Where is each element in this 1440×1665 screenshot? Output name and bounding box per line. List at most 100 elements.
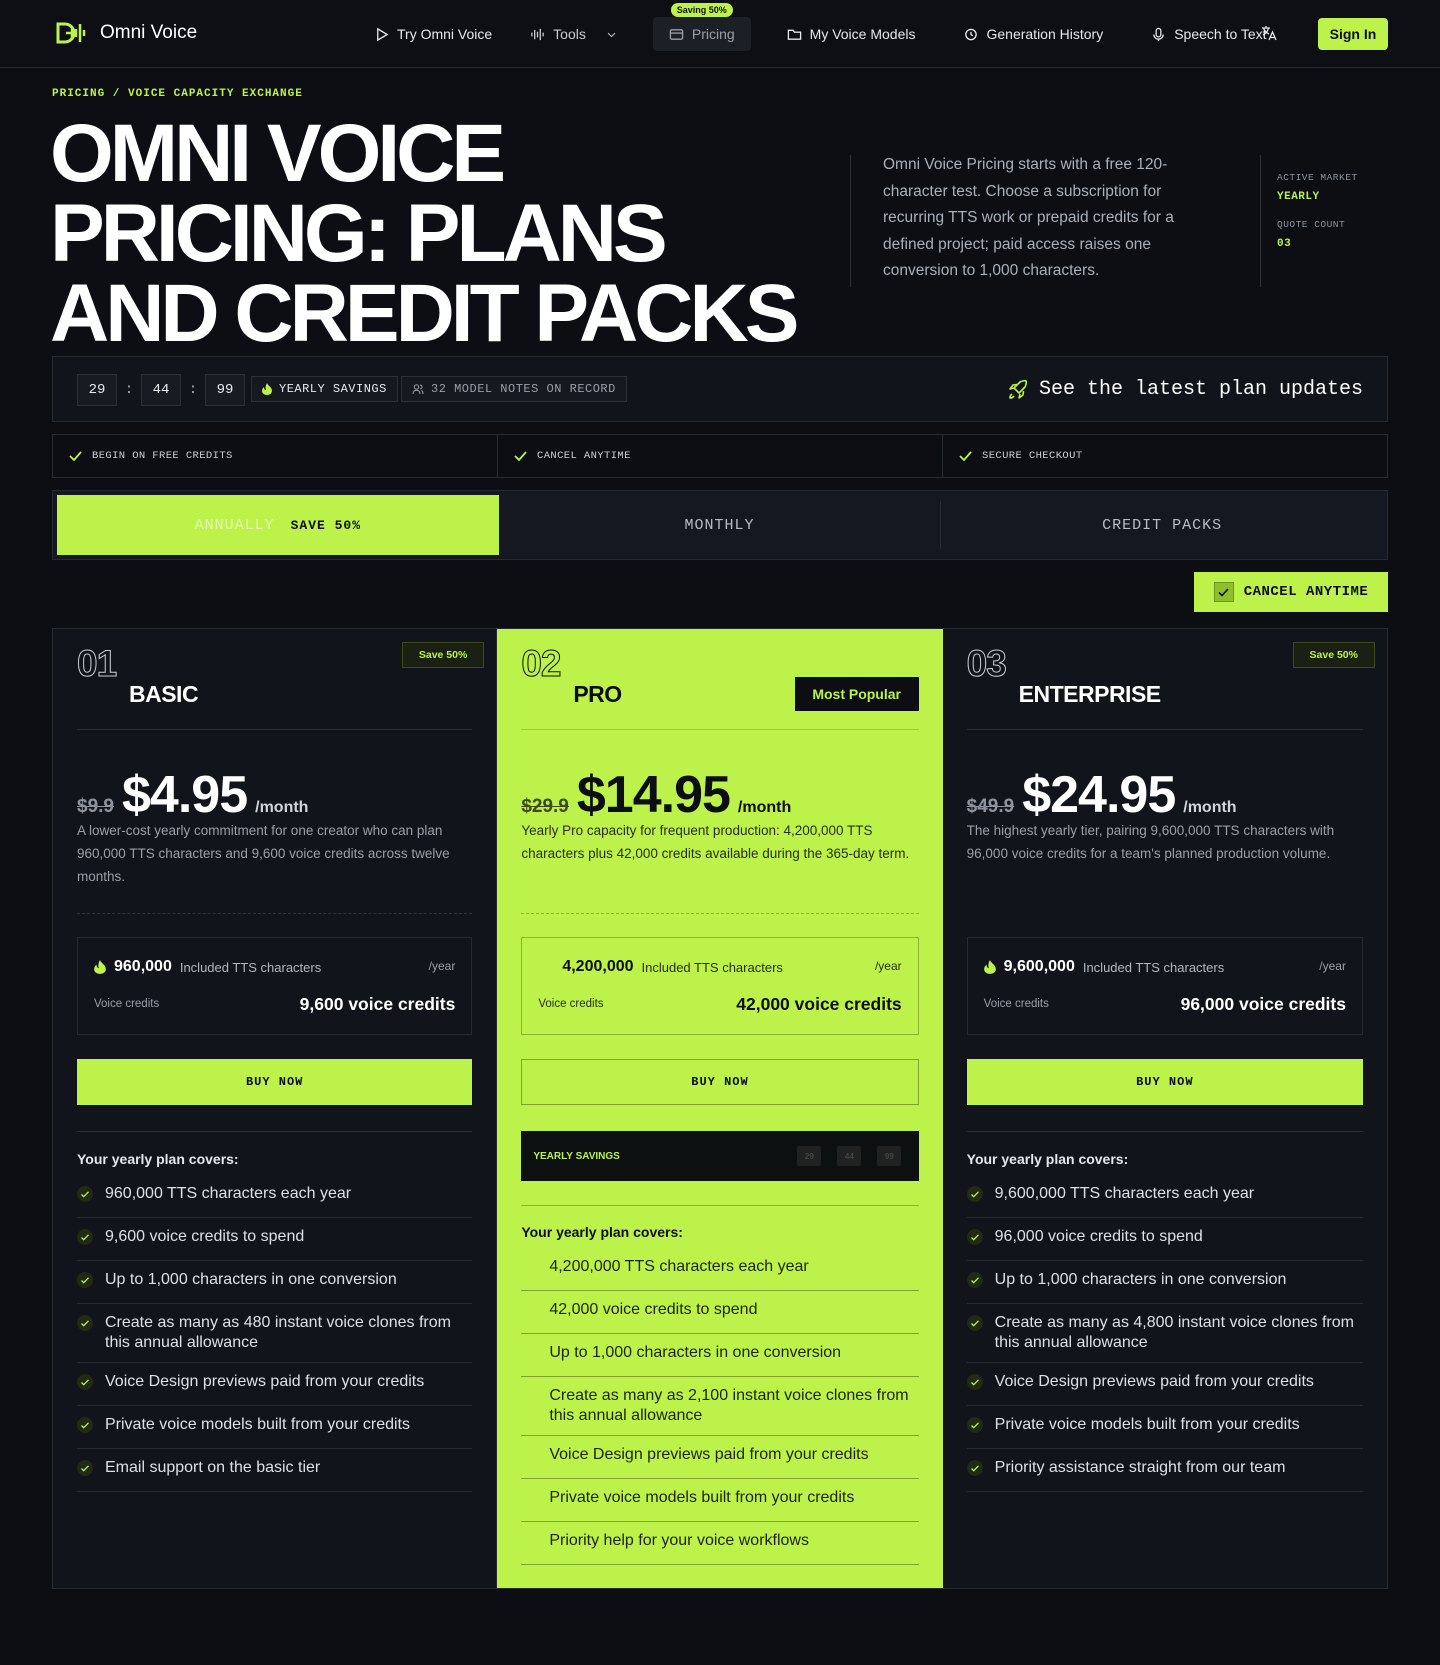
timer-separator: : xyxy=(188,382,198,398)
tab-monthly[interactable]: MONTHLY xyxy=(499,495,941,555)
cancel-anytime-label: CANCEL ANYTIME xyxy=(1243,584,1369,600)
plan-card-basic: 01 BASIC Save 50% $9.9 $4.95 /month A lo… xyxy=(53,629,498,1588)
market-label: ACTIVE MARKET xyxy=(1277,172,1358,183)
feature-item: Create as many as 2,100 instant voice cl… xyxy=(521,1377,919,1436)
checkbox[interactable] xyxy=(1213,582,1234,602)
quota-period: /year xyxy=(874,959,902,973)
sign-in-button[interactable]: Sign In xyxy=(1318,18,1388,50)
check-icon xyxy=(966,1315,983,1331)
tts-quota: 9,600,000 Included TTS characters xyxy=(983,958,1224,976)
tab-annually[interactable]: ANNUALLY SAVE 50% xyxy=(57,495,499,555)
notes-label: 32 MODEL NOTES ON RECORD xyxy=(431,382,616,396)
nav-label: Pricing xyxy=(691,26,735,42)
feature-item: Up to 1,000 characters in one conversion xyxy=(77,1261,473,1304)
waveform-icon xyxy=(531,28,544,40)
check-icon xyxy=(959,451,972,461)
market-panel: ACTIVE MARKET YEARLY QUOTE COUNT 03 xyxy=(1277,172,1358,266)
plan-description: The highest yearly tier, pairing 9,600,0… xyxy=(966,823,1335,861)
quote-value: 03 xyxy=(1277,238,1292,250)
voice-credits-value: 42,000 voice credits xyxy=(736,994,902,1014)
feature-label: 96,000 voice credits to spend xyxy=(994,1228,1203,1245)
plan-name: ENTERPRISE xyxy=(1018,681,1161,707)
feature-label: Priority assistance straight from our te… xyxy=(994,1459,1286,1476)
quota-box: 960,000 Included TTS characters /year Vo… xyxy=(77,937,473,1035)
logo-icon xyxy=(56,22,86,44)
check-icon xyxy=(77,1186,93,1202)
plan-name: BASIC xyxy=(129,681,199,707)
feature-item: Private voice models built from your cre… xyxy=(77,1406,473,1449)
flame-icon xyxy=(262,383,272,395)
feature-list: 960,000 TTS characters each year 9,600 v… xyxy=(77,1175,473,1492)
feature-item: Private voice models built from your cre… xyxy=(966,1406,1363,1449)
feature-list: 9,600,000 TTS characters each year 96,00… xyxy=(966,1175,1363,1492)
latest-label: See the latest plan updates xyxy=(1038,378,1363,401)
cancel-anytime-toggle[interactable]: CANCEL ANYTIME xyxy=(1194,572,1388,612)
price-row: $9.9 $4.95 /month xyxy=(77,765,308,825)
buy-now-button[interactable]: BUY NOW xyxy=(77,1059,473,1105)
feature-label: Private voice models built from your cre… xyxy=(105,1416,410,1433)
price-period: /month xyxy=(255,799,309,816)
tab-credit-packs[interactable]: CREDIT PACKS xyxy=(941,495,1383,555)
old-price: $49.9 xyxy=(966,796,1015,817)
timer-minutes: 44 xyxy=(141,374,181,406)
feature-item: 960,000 TTS characters each year xyxy=(77,1175,473,1218)
price-row: $49.9 $24.95 /month xyxy=(967,765,1237,825)
tts-quota: 960,000 Included TTS characters xyxy=(94,958,321,976)
feature-item: Voice Design previews paid from your cre… xyxy=(77,1363,473,1406)
divider xyxy=(966,729,1363,730)
nav-my-voice-models[interactable]: My Voice Models xyxy=(771,17,932,51)
price: $14.95 xyxy=(576,766,731,824)
logo[interactable]: Omni Voice xyxy=(56,20,197,46)
nav-pricing[interactable]: Saving 50% Pricing xyxy=(652,3,751,51)
save-badge: Save 50% xyxy=(1292,642,1375,668)
tts-value: 960,000 xyxy=(114,958,172,975)
price-period: /month xyxy=(737,799,792,816)
countdown-timer: 29 : 44 : 99 xyxy=(77,374,245,406)
breadcrumb: PRICING / VOICE CAPACITY EXCHANGE xyxy=(52,88,303,100)
nav-tools[interactable]: Tools xyxy=(514,17,633,51)
plan-description: A lower-cost yearly commitment for one c… xyxy=(77,823,450,884)
check-icon xyxy=(966,1460,983,1476)
buy-now-button[interactable]: BUY NOW xyxy=(966,1059,1363,1105)
timer-seconds: 99 xyxy=(205,374,245,406)
nav-try-omni-voice[interactable]: Try Omni Voice xyxy=(358,17,508,51)
check-icon xyxy=(77,1374,93,1390)
buy-now-button[interactable]: BUY NOW xyxy=(521,1059,919,1105)
translate-icon[interactable] xyxy=(1260,24,1278,42)
nav-label: Speech to Text xyxy=(1174,26,1267,42)
feature-item: Voice Design previews paid from your cre… xyxy=(966,1363,1363,1406)
feature-list: 4,200,000 TTS characters each year 42,00… xyxy=(521,1248,919,1565)
divider xyxy=(521,729,919,730)
feature-label: Up to 1,000 characters in one conversion xyxy=(105,1271,397,1288)
hero-divider xyxy=(850,155,851,287)
latest-updates-link[interactable]: See the latest plan updates xyxy=(1007,378,1363,401)
plan-card-enterprise: 03 ENTERPRISE Save 50% $49.9 $24.95 /mon… xyxy=(943,629,1387,1588)
price: $4.95 xyxy=(121,766,248,824)
feature-label: Create as many as 4,800 instant voice cl… xyxy=(994,1314,1354,1351)
check-icon xyxy=(77,1229,93,1245)
most-popular-badge: Most Popular xyxy=(794,677,919,711)
history-icon xyxy=(965,28,978,40)
folder-icon xyxy=(787,29,801,40)
timer-hours: 29 xyxy=(797,1146,822,1166)
voice-credits-value: 96,000 voice credits xyxy=(1180,994,1346,1014)
nav-generation-history[interactable]: Generation History xyxy=(947,17,1119,51)
check-icon xyxy=(1218,587,1229,597)
feature-label: Up to 1,000 characters in one conversion xyxy=(994,1271,1287,1288)
dashed-divider xyxy=(77,913,473,914)
nav-label: Try Omni Voice xyxy=(397,26,493,42)
check-icon xyxy=(966,1229,983,1245)
yearly-savings-panel: YEARLY SAVINGS 29 44 99 xyxy=(521,1131,919,1181)
nav-label: My Voice Models xyxy=(809,26,916,42)
savings-label: YEARLY SAVINGS xyxy=(533,1150,620,1162)
voice-credits-label: Voice credits xyxy=(983,998,1049,1010)
timer-hours: 29 xyxy=(77,374,117,406)
voice-credits-label: Voice credits xyxy=(538,998,604,1010)
feature-item: 4,200,000 TTS characters each year xyxy=(521,1248,919,1291)
check-icon xyxy=(966,1186,983,1202)
quota-period: /year xyxy=(428,959,456,973)
divider xyxy=(966,1131,1363,1132)
benefits-row: BEGIN ON FREE CREDITS CANCEL ANYTIME SEC… xyxy=(52,434,1388,478)
nav-label: Tools xyxy=(553,26,586,42)
check-icon xyxy=(966,1417,983,1433)
